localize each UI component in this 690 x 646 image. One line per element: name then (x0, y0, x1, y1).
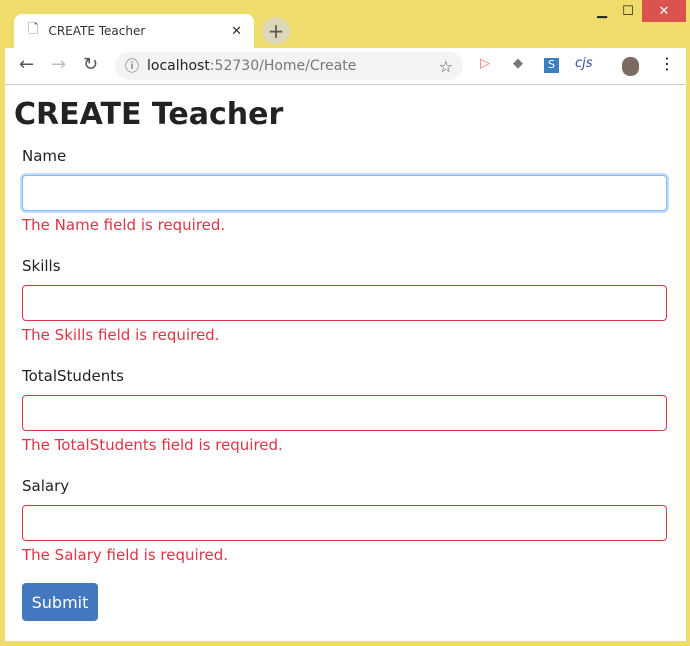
totalstudents-input[interactable] (22, 395, 667, 431)
menu-kebab-icon[interactable]: ⋮ (659, 54, 675, 73)
minimize-button[interactable]: ▁ (590, 0, 614, 22)
url-host: localhost (147, 58, 210, 74)
info-icon: ⓘ (125, 59, 139, 75)
extension-s-icon[interactable]: S (544, 58, 559, 73)
extension-red-icon[interactable]: ▷ (480, 56, 490, 71)
browser-toolbar: ← → ↻ ⓘ localhost:52730/Home/Create ☆ ▷ … (5, 48, 686, 85)
skills-error: The Skills field is required. (22, 326, 220, 344)
tab-title: CREATE Teacher (48, 24, 146, 38)
salary-input[interactable] (22, 505, 667, 541)
maximize-button[interactable]: ☐ (616, 0, 640, 22)
name-label: Name (22, 147, 67, 165)
totalstudents-label: TotalStudents (22, 367, 124, 385)
tab-close-icon[interactable]: ✕ (231, 24, 242, 39)
skills-label: Skills (22, 257, 61, 275)
back-icon[interactable]: ← (19, 54, 34, 75)
close-window-button[interactable]: ✕ (642, 0, 686, 22)
tab-create-teacher[interactable]: 🗋 CREATE Teacher ✕ (14, 14, 254, 48)
extension-cjs-icon[interactable]: cjs (575, 56, 593, 71)
salary-label: Salary (22, 477, 70, 495)
page-content: CREATE Teacher Name The Name field is re… (5, 85, 686, 641)
page-title: CREATE Teacher (14, 97, 284, 132)
submit-button[interactable]: Submit (22, 583, 98, 621)
bookmark-star-icon[interactable]: ☆ (439, 57, 453, 76)
new-tab-button[interactable]: + (262, 17, 290, 45)
url-path: :52730/Home/Create (209, 58, 357, 74)
extension-grey-icon[interactable]: ◆ (513, 56, 523, 71)
reload-icon[interactable]: ↻ (83, 54, 98, 75)
name-error: The Name field is required. (22, 216, 226, 234)
skills-input[interactable] (22, 285, 667, 321)
totalstudents-error: The TotalStudents field is required. (22, 436, 283, 454)
salary-error: The Salary field is required. (22, 546, 229, 564)
profile-avatar[interactable] (622, 57, 639, 76)
address-bar[interactable]: ⓘ localhost:52730/Home/Create ☆ (115, 52, 463, 80)
name-input[interactable] (22, 175, 667, 211)
page-icon: 🗋 (28, 22, 39, 37)
forward-icon[interactable]: → (51, 54, 66, 75)
